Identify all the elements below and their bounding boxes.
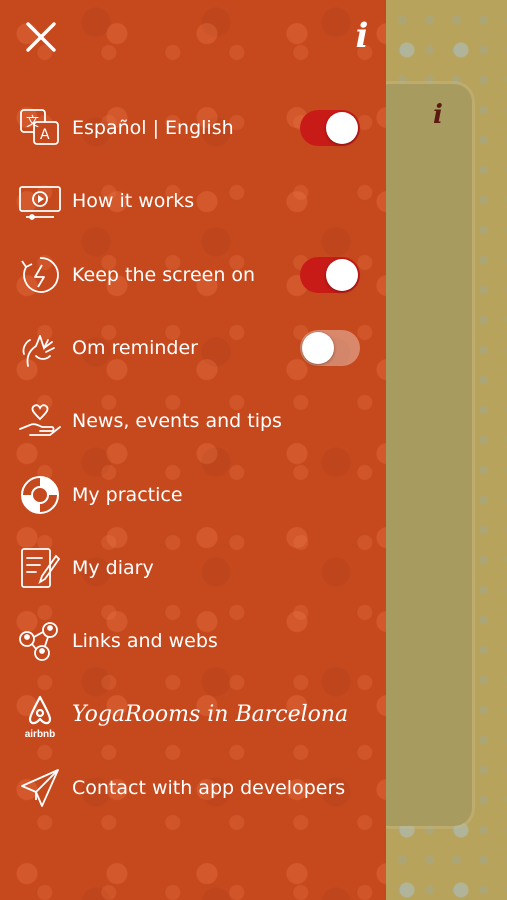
heart-hand-icon: [18, 399, 62, 443]
close-icon: [26, 22, 56, 52]
svg-text:A: A: [40, 127, 50, 143]
menu-item-label: Contact with app developers: [72, 777, 346, 799]
menu-item-label: Español | English: [72, 117, 234, 139]
menu-item-links[interactable]: Links and webs: [0, 611, 386, 671]
donut-chart-icon: [18, 473, 62, 517]
people-network-icon: [18, 619, 62, 663]
menu-item-label: News, events and tips: [72, 410, 282, 432]
menu-item-my-diary[interactable]: My diary: [0, 538, 386, 598]
toggle-knob: [326, 259, 358, 291]
keep-screen-toggle[interactable]: [300, 257, 360, 293]
video-icon: [18, 179, 62, 223]
menu-item-language[interactable]: 文 A Español | English: [0, 98, 386, 158]
airbnb-icon: airbnb: [18, 693, 62, 740]
card-info-icon[interactable]: i: [433, 100, 443, 130]
menu-item-label: YogaRooms in Barcelona: [72, 702, 349, 727]
toggle-knob: [326, 112, 358, 144]
close-button[interactable]: [22, 18, 60, 56]
info-button[interactable]: i: [348, 16, 376, 56]
menu-item-om-reminder[interactable]: Om reminder: [0, 318, 386, 378]
background-card: [372, 84, 472, 826]
menu-item-keep-screen-on[interactable]: Keep the screen on: [0, 245, 386, 305]
menu-item-news[interactable]: News, events and tips: [0, 391, 386, 451]
meditation-icon: [18, 326, 62, 370]
diary-icon: [18, 546, 62, 590]
side-drawer: i 文 A Español | English How it works Kee…: [0, 0, 386, 900]
menu-item-yogarooms[interactable]: airbnb YogaRooms in Barcelona: [0, 685, 386, 745]
paper-plane-icon: [18, 766, 62, 810]
menu-item-my-practice[interactable]: My practice: [0, 465, 386, 525]
menu-item-label: My practice: [72, 484, 183, 506]
menu-item-contact[interactable]: Contact with app developers: [0, 758, 386, 818]
translate-icon: 文 A: [18, 106, 62, 150]
menu-item-how-it-works[interactable]: How it works: [0, 171, 386, 231]
menu-item-label: Links and webs: [72, 630, 218, 652]
toggle-knob: [302, 332, 334, 364]
om-reminder-toggle[interactable]: [300, 330, 360, 366]
menu-item-label: My diary: [72, 557, 154, 579]
menu-item-label: Keep the screen on: [72, 264, 256, 286]
menu-item-label: Om reminder: [72, 337, 198, 359]
menu-item-label: How it works: [72, 190, 195, 212]
power-rotate-icon: [18, 253, 62, 297]
language-toggle[interactable]: [300, 110, 360, 146]
airbnb-wordmark: airbnb: [24, 729, 56, 740]
svg-text:文: 文: [26, 115, 39, 130]
